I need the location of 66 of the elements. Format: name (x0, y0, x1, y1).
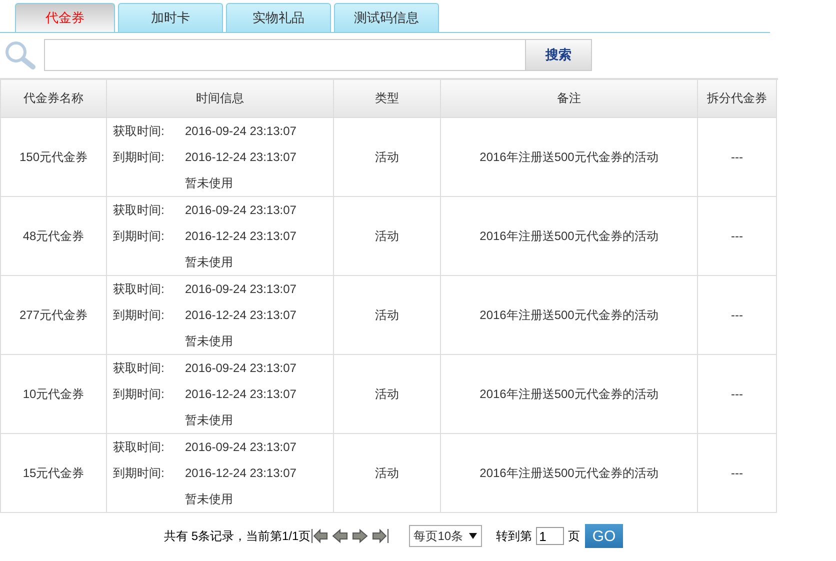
column-header: 类型 (334, 80, 441, 118)
time-value: 2016-09-24 23:13:07 (185, 360, 298, 376)
time-value: 2016-12-24 23:13:07 (185, 307, 298, 323)
time-label: 到期时间: (113, 386, 166, 402)
table-cell: 活动 (334, 355, 441, 434)
table-cell: --- (698, 197, 777, 276)
last-page-icon[interactable] (370, 528, 389, 544)
table-cell: --- (698, 434, 777, 513)
time-value: 2016-09-24 23:13:07 (185, 439, 298, 455)
usage-status: 暂未使用 (185, 491, 234, 507)
time-value: 2016-12-24 23:13:07 (185, 386, 298, 402)
goto-label: 转到第 (496, 528, 532, 544)
time-value: 2016-09-24 23:13:07 (185, 202, 298, 218)
time-label: 到期时间: (113, 465, 166, 481)
tab[interactable]: 加时卡 (118, 3, 223, 32)
search-field[interactable] (44, 39, 526, 71)
table-cell: 2016年注册送500元代金券的活动 (441, 118, 698, 197)
time-value: 2016-12-24 23:13:07 (185, 465, 298, 481)
time-label: 获取时间: (113, 123, 166, 139)
time-label: 到期时间: (113, 149, 166, 165)
first-page-icon[interactable] (310, 528, 329, 544)
search-button[interactable]: 搜索 (526, 39, 592, 71)
usage-status: 暂未使用 (185, 175, 234, 191)
table-cell: --- (698, 355, 777, 434)
usage-status: 暂未使用 (185, 254, 234, 270)
next-page-icon[interactable] (350, 528, 369, 544)
previous-page-icon[interactable] (330, 528, 349, 544)
column-header: 备注 (441, 80, 698, 118)
time-label: 获取时间: (113, 439, 166, 455)
tab[interactable]: 测试码信息 (334, 3, 439, 32)
column-header: 代金券名称 (0, 80, 107, 118)
table-cell: --- (698, 276, 777, 355)
page-number-field[interactable]: 1 (536, 527, 564, 545)
time-label: 到期时间: (113, 307, 166, 323)
table-cell: 活动 (334, 197, 441, 276)
time-value: 2016-12-24 23:13:07 (185, 149, 298, 165)
table-cell: 150元代金券 (0, 118, 107, 197)
column-header: 拆分代金券 (698, 80, 777, 118)
table-cell: --- (698, 118, 777, 197)
time-label: 到期时间: (113, 228, 166, 244)
page-unit-label: 页 (568, 528, 580, 544)
table-cell: 2016年注册送500元代金券的活动 (441, 276, 698, 355)
time-label: 获取时间: (113, 281, 166, 297)
tab[interactable]: 实物礼品 (226, 3, 331, 32)
table-cell: 活动 (334, 118, 441, 197)
table-cell: 活动 (334, 276, 441, 355)
table-cell: 2016年注册送500元代金券的活动 (441, 355, 698, 434)
table-cell: 277元代金券 (0, 276, 107, 355)
caret-icon (469, 533, 478, 539)
usage-status: 暂未使用 (185, 333, 234, 349)
table-cell: 15元代金券 (0, 434, 107, 513)
time-label: 获取时间: (113, 360, 166, 376)
time-label: 获取时间: (113, 202, 166, 218)
time-value: 2016-09-24 23:13:07 (185, 281, 298, 297)
table-cell: 10元代金券 (0, 355, 107, 434)
usage-status: 暂未使用 (185, 412, 234, 428)
time-value: 2016-09-24 23:13:07 (185, 123, 298, 139)
go-button[interactable]: GO (585, 524, 624, 548)
time-value: 2016-12-24 23:13:07 (185, 228, 298, 244)
column-header: 时间信息 (107, 80, 334, 118)
table-cell: 2016年注册送500元代金券的活动 (441, 434, 698, 513)
page-size-select[interactable]: 每页10条 (408, 525, 482, 547)
table-cell: 2016年注册送500元代金券的活动 (441, 197, 698, 276)
table-cell: 48元代金券 (0, 197, 107, 276)
record-summary: 共有 5条记录，当前第1/1页 (164, 528, 311, 544)
table-cell: 活动 (334, 434, 441, 513)
